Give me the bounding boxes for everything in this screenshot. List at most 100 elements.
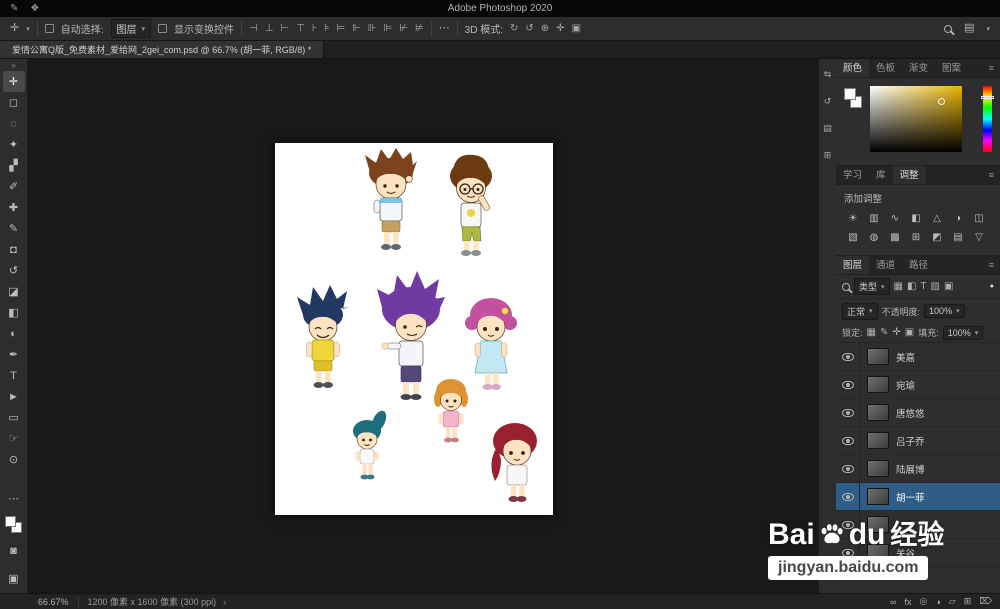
document-canvas[interactable] — [275, 143, 553, 515]
3d-slide-icon[interactable]: ✛ — [556, 23, 564, 34]
visibility-cell[interactable] — [836, 371, 860, 398]
move-tool[interactable]: ✛ — [2, 71, 25, 92]
filter-adjustment-icon[interactable]: ◧ — [907, 281, 916, 292]
layer-thumbnail[interactable] — [867, 404, 889, 421]
align-bottom-icon[interactable]: ⊧ — [324, 23, 329, 34]
history-icon[interactable]: ↺ — [824, 96, 832, 107]
visibility-cell[interactable] — [836, 455, 860, 482]
brightness-contrast-icon[interactable]: ☀ — [844, 210, 862, 226]
tab-libraries[interactable]: 库 — [869, 166, 893, 184]
show-transform-checkbox[interactable] — [158, 24, 168, 33]
layer-thumbnail[interactable] — [867, 376, 889, 393]
layer-row-selected[interactable]: 胡一菲 — [836, 483, 1000, 511]
zoom-level-field[interactable]: 66.67% — [38, 597, 69, 607]
visibility-cell[interactable] — [836, 399, 860, 426]
screen-mode-icon[interactable]: ▣ — [3, 568, 25, 589]
lock-transparency-icon[interactable]: ▦ — [867, 327, 876, 338]
foreground-color-swatch[interactable] — [844, 88, 856, 100]
color-balance-icon[interactable]: ◫ — [970, 210, 988, 226]
crop-tool[interactable]: ▞ — [3, 155, 25, 176]
hue-slider-marker[interactable] — [981, 96, 994, 99]
layer-thumbnail[interactable] — [867, 488, 889, 505]
history-brush-tool[interactable]: ↺ — [3, 260, 25, 281]
search-icon[interactable] — [944, 24, 953, 33]
tool-preset-caret-icon[interactable]: ▾ — [26, 25, 30, 33]
eyedropper-tool[interactable]: ✐ — [3, 176, 25, 197]
eraser-tool[interactable]: ◪ — [3, 281, 25, 302]
filter-pixel-icon[interactable]: ▦ — [894, 281, 903, 292]
foreground-color-swatch[interactable] — [5, 516, 16, 527]
distribute-bottom-icon[interactable]: ⊪ — [368, 23, 377, 34]
path-select-tool[interactable]: ► — [3, 386, 25, 407]
tab-channels[interactable]: 通道 — [869, 256, 902, 274]
layer-group-icon[interactable]: ▱ — [949, 596, 956, 607]
panel-menu-icon[interactable]: ≡ — [983, 166, 1000, 184]
distribute-top-icon[interactable]: ⊨ — [336, 23, 345, 34]
dodge-tool[interactable]: ◐ — [3, 323, 25, 344]
color-lookup-icon[interactable]: ⊞ — [907, 229, 925, 245]
visibility-cell[interactable] — [836, 343, 860, 370]
canvas-area[interactable] — [28, 59, 818, 593]
tab-layers[interactable]: 图层 — [836, 256, 870, 274]
tab-learn[interactable]: 学习 — [836, 166, 869, 184]
foreground-background-swatches[interactable] — [5, 516, 22, 533]
visibility-cell[interactable] — [836, 483, 860, 510]
gradient-tool[interactable]: ◧ — [3, 302, 25, 323]
new-layer-icon[interactable]: ⊞ — [964, 596, 972, 607]
photo-filter-icon[interactable]: ◍ — [865, 229, 883, 245]
curves-icon[interactable]: ∿ — [886, 210, 904, 226]
filter-kind-select[interactable]: 类型 ▾ — [854, 278, 890, 295]
healing-brush-tool[interactable]: ✚ — [3, 197, 25, 218]
workspace-switcher-icon[interactable]: ▤ — [964, 23, 974, 34]
layer-row[interactable]: 宛瑜 — [836, 371, 1000, 399]
3d-rotate-icon[interactable]: ↻ — [510, 23, 518, 34]
tab-paths[interactable]: 路径 — [902, 256, 935, 274]
align-right-icon[interactable]: ⊢ — [280, 23, 289, 34]
toolbar-collapse-icon[interactable]: » — [11, 61, 15, 71]
tab-gradients[interactable]: 渐变 — [902, 59, 935, 77]
tab-adjustments[interactable]: 调整 — [892, 166, 926, 184]
lock-position-icon[interactable]: ✛ — [892, 327, 900, 338]
layer-thumbnail[interactable] — [867, 348, 889, 365]
layer-thumbnail[interactable] — [867, 432, 889, 449]
layer-row[interactable]: 吕子乔 — [836, 427, 1000, 455]
link-layers-icon[interactable]: ∞ — [890, 597, 896, 607]
channel-mixer-icon[interactable]: ▩ — [886, 229, 904, 245]
zoom-tool[interactable]: ⊙ — [3, 449, 25, 470]
layer-row[interactable]: 唐悠悠 — [836, 399, 1000, 427]
panel-menu-icon[interactable]: ≡ — [983, 59, 1000, 77]
auto-select-target-select[interactable]: 图层 ▾ — [110, 19, 152, 38]
quick-select-tool[interactable]: ✦ — [3, 134, 25, 155]
status-chevron-icon[interactable]: › — [223, 597, 226, 607]
tab-swatches[interactable]: 色板 — [869, 59, 902, 77]
document-tab[interactable]: 爱情公寓Q版_免费素材_爱给网_2gei_com.psd @ 66.7% (胡一… — [0, 41, 325, 58]
distribute-left-icon[interactable]: ⊫ — [384, 23, 393, 34]
more-options-icon[interactable]: ⋯ — [439, 23, 450, 34]
edit-toolbar-icon[interactable]: ⋯ — [3, 488, 25, 509]
layer-style-icon[interactable]: fx — [904, 597, 911, 607]
levels-icon[interactable]: ▥ — [865, 210, 883, 226]
blend-mode-select[interactable]: 正常 ▾ — [842, 302, 878, 320]
filter-toggle-icon[interactable]: ● — [990, 283, 994, 290]
layer-row[interactable]: 陆展博 — [836, 455, 1000, 483]
tab-patterns[interactable]: 图案 — [935, 59, 968, 77]
lasso-tool[interactable]: ◌ — [3, 113, 25, 134]
opacity-select[interactable]: 100% ▾ — [924, 304, 965, 318]
auto-select-checkbox[interactable] — [44, 24, 54, 33]
brush-tool[interactable]: ✎ — [3, 218, 25, 239]
collapse-panels-icon[interactable]: ⇆ — [824, 69, 832, 80]
shape-tool[interactable]: ▭ — [3, 407, 25, 428]
fill-select[interactable]: 100% ▾ — [942, 325, 984, 340]
tab-color[interactable]: 颜色 — [836, 59, 870, 77]
hand-tool[interactable]: ☞ — [3, 428, 25, 449]
adjustment-layer-icon[interactable]: ◑ — [935, 597, 940, 607]
layer-mask-icon[interactable]: ◎ — [920, 596, 928, 607]
3d-drag-icon[interactable]: ⊕ — [541, 23, 549, 34]
lock-pixels-icon[interactable]: ✎ — [880, 327, 888, 338]
layer-thumbnail[interactable] — [867, 460, 889, 477]
hue-saturation-icon[interactable]: ◑ — [949, 210, 967, 226]
posterize-icon[interactable]: ▤ — [949, 229, 967, 245]
panel-color-swatches[interactable] — [844, 88, 862, 108]
align-left-icon[interactable]: ⊣ — [249, 23, 258, 34]
marquee-tool[interactable]: ◻ — [3, 92, 25, 113]
